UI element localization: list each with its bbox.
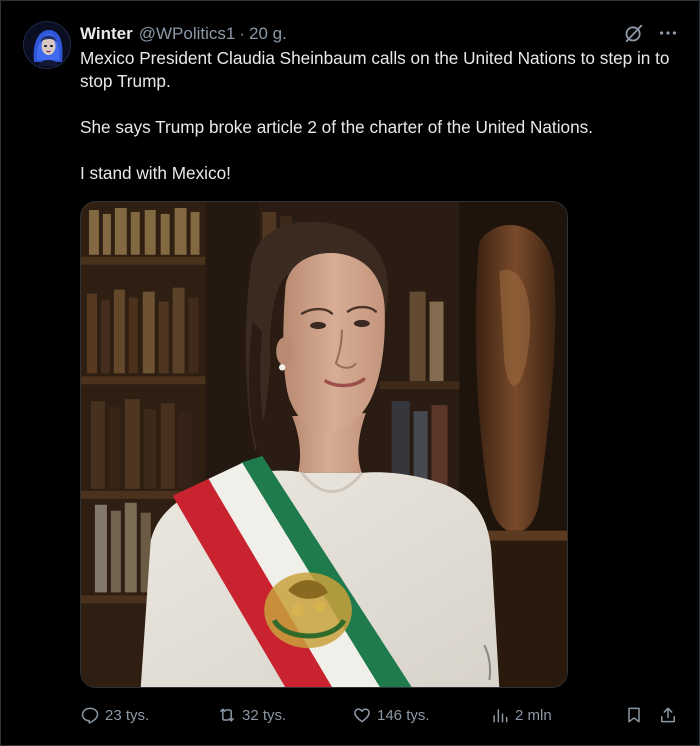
more-icon[interactable] bbox=[657, 22, 679, 44]
reply-count: 23 tys. bbox=[105, 706, 150, 724]
views-button[interactable]: 2 mln bbox=[490, 704, 552, 726]
retweet-button[interactable]: 32 tys. bbox=[217, 704, 286, 726]
timeline-frame: Winter @WPolitics1 · 20 g. Mexico Presid… bbox=[0, 0, 700, 746]
share-icon bbox=[661, 707, 675, 723]
reply-icon bbox=[81, 707, 99, 724]
action-bar: 23 tys. 32 tys. 146 tys. 2 mln bbox=[80, 704, 680, 726]
like-count: 146 tys. bbox=[377, 706, 430, 724]
tweet-paragraph: She says Trump broke article 2 of the ch… bbox=[80, 117, 594, 137]
post-time[interactable]: 20 g. bbox=[249, 23, 287, 45]
author-name[interactable]: Winter bbox=[80, 23, 133, 45]
tweet-paragraph: Mexico President Claudia Sheinbaum calls… bbox=[80, 48, 670, 91]
bookmark-button[interactable] bbox=[624, 704, 644, 726]
grok-icon[interactable] bbox=[623, 22, 645, 44]
avatar[interactable] bbox=[23, 21, 71, 69]
tweet-paragraph: I stand with Mexico! bbox=[80, 163, 231, 183]
reply-button[interactable]: 23 tys. bbox=[80, 704, 149, 726]
heart-icon bbox=[354, 708, 370, 723]
share-button[interactable] bbox=[658, 704, 678, 726]
author-handle[interactable]: @WPolitics1 bbox=[139, 23, 236, 45]
like-button[interactable]: 146 tys. bbox=[352, 704, 430, 726]
retweet-icon bbox=[220, 708, 234, 722]
views-count: 2 mln bbox=[515, 706, 552, 724]
tweet-header: Winter @WPolitics1 · 20 g. bbox=[80, 22, 683, 46]
bookmark-icon bbox=[628, 707, 640, 723]
retweet-count: 32 tys. bbox=[242, 706, 287, 724]
separator-dot: · bbox=[239, 24, 246, 43]
views-icon bbox=[493, 709, 508, 723]
tweet-text: Mexico President Claudia Sheinbaum calls… bbox=[80, 47, 690, 185]
tweet-photo[interactable] bbox=[80, 201, 568, 688]
